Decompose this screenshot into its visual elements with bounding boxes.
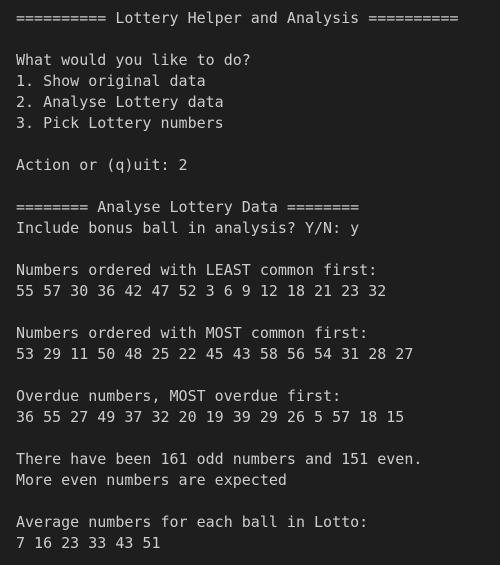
app-header: ========== Lottery Helper and Analysis =… — [16, 9, 459, 27]
section-header-analyse: ======== Analyse Lottery Data ======== — [16, 198, 360, 216]
menu-prompt: What would you like to do? — [16, 51, 251, 69]
menu-option-analyse-lottery-data: 2. Analyse Lottery data — [16, 93, 224, 111]
least-common-heading: Numbers ordered with LEAST common first: — [16, 261, 378, 279]
odd-even-expectation: More even numbers are expected — [16, 471, 287, 489]
odd-even-summary: There have been 161 odd numbers and 151 … — [16, 450, 423, 468]
menu-option-pick-lottery-numbers: 3. Pick Lottery numbers — [16, 114, 224, 132]
bonus-ball-prompt: Include bonus ball in analysis? Y/N: y — [16, 219, 360, 237]
terminal-output[interactable]: ========== Lottery Helper and Analysis =… — [0, 0, 500, 565]
action-prompt: Action or (q)uit: 2 — [16, 156, 188, 174]
most-common-numbers: 53 29 11 50 48 25 22 45 43 58 56 54 31 2… — [16, 345, 414, 363]
average-numbers: 7 16 23 33 43 51 — [16, 534, 161, 552]
average-heading: Average numbers for each ball in Lotto: — [16, 513, 369, 531]
overdue-numbers: 36 55 27 49 37 32 20 19 39 29 26 5 57 18… — [16, 408, 405, 426]
menu-option-show-original-data: 1. Show original data — [16, 72, 206, 90]
overdue-heading: Overdue numbers, MOST overdue first: — [16, 387, 342, 405]
most-common-heading: Numbers ordered with MOST common first: — [16, 324, 369, 342]
least-common-numbers: 55 57 30 36 42 47 52 3 6 9 12 18 21 23 3… — [16, 282, 387, 300]
